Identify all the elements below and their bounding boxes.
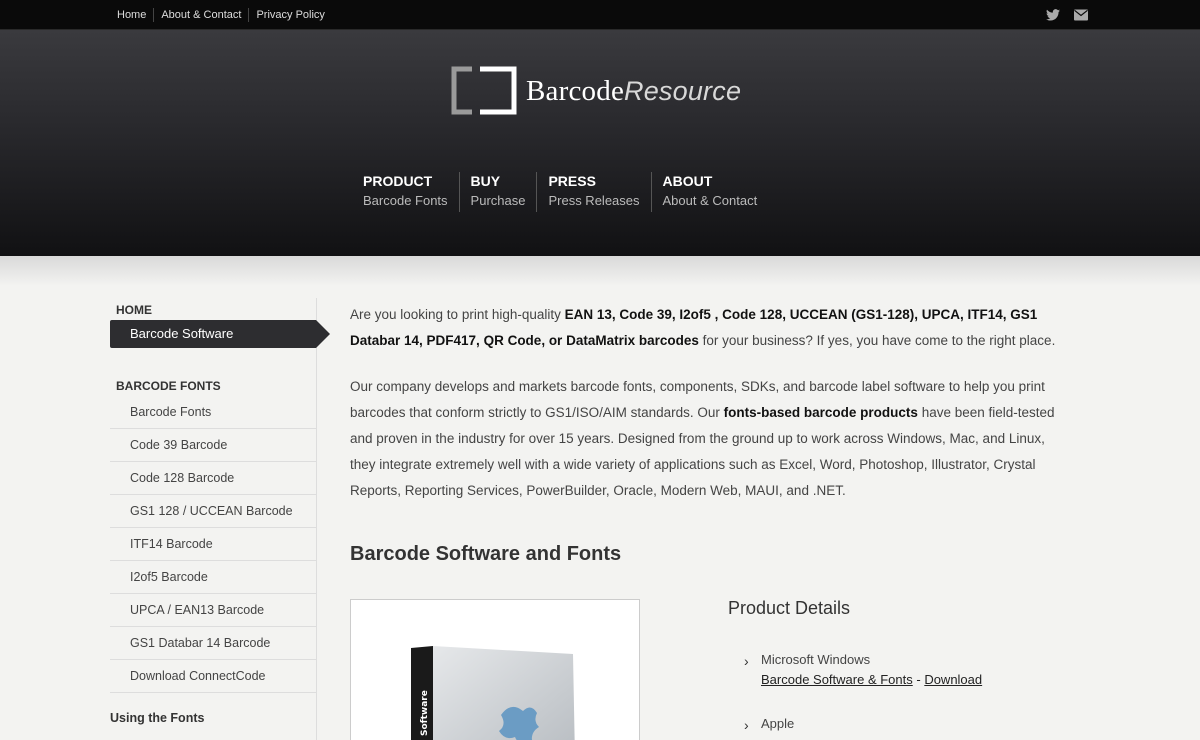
sidebar-item-code128[interactable]: Code 128 Barcode — [110, 462, 316, 495]
main-nav-sub: Barcode Fonts — [363, 193, 448, 208]
top-nav-privacy[interactable]: Privacy Policy — [248, 8, 331, 22]
barcode-software-fonts-link[interactable]: Barcode Software & Fonts — [761, 672, 913, 687]
main-nav: PRODUCT Barcode Fonts BUY Purchase PRESS… — [352, 172, 768, 212]
envelope-icon[interactable] — [1074, 8, 1088, 21]
top-bar: Home About & Contact Privacy Policy — [0, 0, 1200, 30]
product-box-label: Software — [420, 690, 430, 736]
hero-shadow — [0, 256, 1200, 286]
top-nav-home[interactable]: Home — [110, 8, 153, 22]
sidebar-item-upca-ean13[interactable]: UPCA / EAN13 Barcode — [110, 594, 316, 627]
sidebar-item-itf14[interactable]: ITF14 Barcode — [110, 528, 316, 561]
hero-header — [0, 30, 1200, 256]
download-link[interactable]: Download — [924, 672, 982, 687]
product-details-title: Product Details — [728, 598, 851, 618]
sidebar-item-barcode-fonts[interactable]: Barcode Fonts — [110, 396, 316, 429]
detail-item-windows: › Microsoft Windows Barcode Software & F… — [728, 651, 1068, 691]
detail-link-separator: - — [912, 672, 925, 687]
main-nav-sub: Press Releases — [548, 193, 640, 208]
sidebar-item-download[interactable]: Download ConnectCode — [110, 660, 316, 693]
top-nav-about[interactable]: About & Contact — [153, 8, 248, 22]
intro-p2-bold: fonts-based barcode products — [723, 405, 918, 420]
twitter-icon[interactable] — [1046, 8, 1060, 21]
logo-text-barcode: Barcode — [526, 74, 625, 107]
intro-p1-a: Are you looking to print high-quality — [350, 307, 565, 322]
main-nav-sub: Purchase — [470, 193, 526, 208]
sidebar-heading-home[interactable]: HOME — [110, 296, 316, 320]
main-nav-product[interactable]: PRODUCT Barcode Fonts — [352, 172, 459, 212]
logo-text-resource: Resource — [624, 75, 742, 106]
chevron-right-icon: › — [744, 653, 749, 669]
main-nav-buy[interactable]: BUY Purchase — [458, 172, 537, 212]
main-nav-about[interactable]: ABOUT About & Contact — [650, 172, 769, 212]
sidebar-item-barcode-software[interactable]: Barcode Software — [110, 320, 330, 348]
chevron-right-icon: › — [744, 717, 749, 733]
main-nav-title: PRESS — [548, 173, 596, 189]
social-links — [1046, 8, 1088, 21]
logo-text: BarcodeResource — [526, 75, 741, 108]
main-nav-title: PRODUCT — [363, 173, 433, 189]
product-details: Product Details › Microsoft Windows Barc… — [728, 598, 1068, 740]
main-nav-sub: About & Contact — [662, 193, 758, 208]
sidebar-item-gs1-databar[interactable]: GS1 Databar 14 Barcode — [110, 627, 316, 660]
sidebar: HOME Barcode Software BARCODE FONTS Barc… — [110, 296, 330, 725]
sidebar-using-fonts[interactable]: Using the Fonts — [110, 711, 316, 725]
logo-mark-icon — [450, 66, 518, 116]
main-nav-title: BUY — [470, 173, 501, 189]
top-nav: Home About & Contact Privacy Policy — [110, 0, 332, 30]
site-logo[interactable]: BarcodeResource — [450, 66, 741, 116]
main-nav-title: ABOUT — [662, 173, 713, 189]
main-content: Are you looking to print high-quality EA… — [350, 302, 1062, 524]
sidebar-item-code39[interactable]: Code 39 Barcode — [110, 429, 316, 462]
section-title: Barcode Software and Fonts — [350, 543, 622, 565]
sidebar-item-i2of5[interactable]: I2of5 Barcode — [110, 561, 316, 594]
detail-os: Microsoft Windows — [761, 652, 871, 667]
detail-links: Barcode Software & Fonts - Download — [761, 669, 1068, 691]
sidebar-heading-barcode-fonts[interactable]: BARCODE FONTS — [110, 372, 316, 396]
product-box-image[interactable]: Software — [350, 599, 640, 740]
intro-p1-c: for your business? If yes, you have come… — [698, 333, 1056, 348]
detail-os: Apple — [761, 716, 795, 731]
sidebar-item-gs1-128[interactable]: GS1 128 / UCCEAN Barcode — [110, 495, 316, 528]
sidebar-divider — [316, 298, 317, 740]
intro-paragraph-2: Our company develops and markets barcode… — [350, 374, 1062, 504]
main-nav-press[interactable]: PRESS Press Releases — [536, 172, 650, 212]
detail-item-apple: › Apple — [728, 715, 1068, 733]
intro-paragraph-1: Are you looking to print high-quality EA… — [350, 302, 1062, 354]
